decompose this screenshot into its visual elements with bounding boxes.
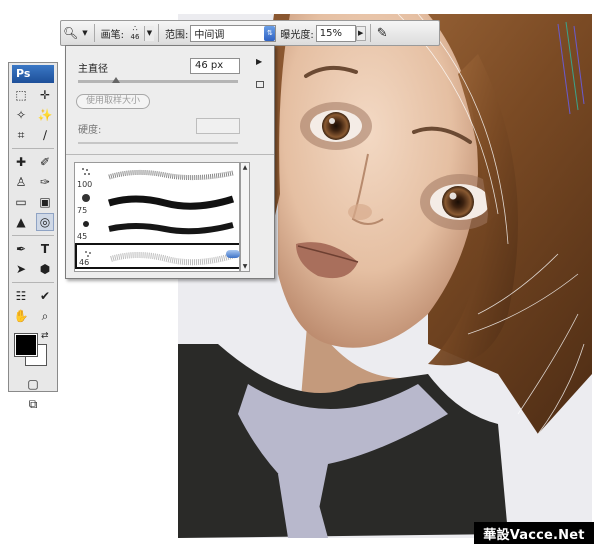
separator — [158, 24, 159, 42]
notes-icon[interactable]: ☷ — [12, 287, 30, 305]
scroll-up-icon[interactable]: ▲ — [241, 163, 249, 172]
separator — [12, 282, 54, 283]
screen-mode-icon[interactable]: ⧉ — [24, 395, 42, 413]
brush-stroke-preview — [108, 169, 234, 181]
toolbox: Ps ⬚ ✛ ✧ ✨ ⌗ ∕ ✚ ✐ ♙ ✑ ▭ ▣ ▲ ◎ ✒ T ➤ ⬢ ☷… — [8, 62, 58, 411]
range-select[interactable]: 中间调 ⇅ — [190, 24, 277, 42]
tool-row: ✒ T — [9, 239, 57, 259]
tool-row: ▲ ◎ — [9, 212, 57, 232]
magic-wand-icon[interactable]: ✨ — [36, 106, 54, 124]
tool-row: ▢ — [9, 374, 57, 394]
exposure-field[interactable]: 15% — [315, 24, 356, 42]
marquee-icon[interactable]: ⬚ — [12, 86, 30, 104]
scroll-thumb[interactable] — [226, 250, 240, 258]
slice-icon[interactable]: ∕ — [36, 126, 54, 144]
master-diameter-field[interactable]: 46 px — [190, 58, 240, 74]
exposure-slider-arrow-icon[interactable]: ▶ — [355, 25, 366, 41]
brush-size-preview: 46 — [130, 33, 140, 41]
divider — [66, 154, 274, 155]
brush-preset-list[interactable]: 100 75 45 46 — [74, 162, 240, 272]
brush-size: 75 — [77, 206, 88, 215]
brush-picker-arrow-icon[interactable]: ▼ — [144, 25, 154, 41]
lasso-icon[interactable]: ✧ — [12, 106, 30, 124]
use-sample-size-button[interactable]: 使用取样大小 — [76, 94, 150, 109]
range-select-arrow-icon: ⇅ — [264, 25, 276, 41]
list-item[interactable]: 46 — [75, 243, 239, 269]
brush-label: 画笔: — [100, 29, 124, 41]
dodge-tool-icon[interactable]: 🔍︎ — [63, 26, 78, 40]
slider-thumb[interactable] — [112, 77, 120, 83]
options-bar: 🔍︎ ▼ 画笔: ∴ 46 ▼ 范围: 中间调 ⇅ 曝光度: 15% ▶ ✎ — [60, 20, 440, 46]
new-preset-icon[interactable] — [256, 81, 264, 88]
separator — [12, 148, 54, 149]
pen-icon[interactable]: ✒ — [12, 240, 30, 258]
brush-stroke-preview — [108, 222, 234, 235]
master-diameter-slider[interactable] — [78, 77, 238, 83]
tool-preset-dropdown-icon[interactable]: ▼ — [82, 29, 87, 37]
list-item[interactable]: 100 — [75, 163, 239, 189]
tool-row: ✋ ⌕ — [9, 306, 57, 326]
scrollbar[interactable]: ▲ ▼ — [240, 162, 250, 272]
separator — [369, 24, 371, 42]
brush-tip-icon: ∴ — [132, 24, 138, 33]
tool-row: ✧ ✨ — [9, 105, 57, 125]
soft-round-tip-icon — [82, 194, 90, 202]
hand-icon[interactable]: ✋ — [12, 307, 30, 325]
list-item[interactable]: 45 — [75, 215, 239, 241]
brush-stroke-preview — [107, 195, 235, 210]
brush-size: 46 — [79, 258, 90, 267]
healing-brush-icon[interactable]: ✚ — [12, 153, 30, 171]
hardness-label: 硬度: — [78, 125, 102, 136]
crop-icon[interactable]: ⌗ — [12, 126, 30, 144]
ps-logo: Ps — [12, 65, 54, 83]
eyedropper-icon[interactable]: ✔ — [36, 287, 54, 305]
soft-round-tip-icon — [83, 221, 89, 227]
brush-size: 100 — [77, 180, 93, 189]
list-item[interactable]: 75 — [75, 189, 239, 215]
exposure-label: 曝光度: — [280, 29, 314, 41]
quick-mask-icon[interactable]: ▢ — [24, 375, 42, 393]
range-label: 范围: — [165, 29, 189, 41]
brush-preset-picker-panel: 主直径 46 px ▶ 使用取样大小 硬度: 100 75 45 46 ▲ ▼ — [65, 45, 275, 279]
hardness-slider[interactable] — [78, 142, 238, 144]
tool-row: ✚ ✐ — [9, 152, 57, 172]
tool-row: ▭ ▣ — [9, 192, 57, 212]
exposure-value: 15% — [319, 27, 342, 39]
brush-preset-picker[interactable]: ∴ 46 — [126, 24, 144, 42]
tool-row: ♙ ✑ — [9, 172, 57, 192]
clone-stamp-icon[interactable]: ♙ — [12, 173, 30, 191]
watermark: 華設Vacce.Net — [474, 522, 594, 544]
airbrush-icon[interactable]: ✎ — [377, 26, 388, 41]
type-icon[interactable]: T — [36, 240, 54, 258]
move-icon[interactable]: ✛ — [36, 86, 54, 104]
dodge-icon[interactable]: ◎ — [36, 213, 54, 231]
eraser-icon[interactable]: ▭ — [12, 193, 30, 211]
swap-colors-icon[interactable]: ⇄ — [41, 331, 49, 341]
hardness-field[interactable] — [196, 118, 240, 134]
brush-size: 45 — [77, 232, 88, 241]
scroll-down-icon[interactable]: ▼ — [241, 262, 249, 271]
tool-row: ☷ ✔ — [9, 286, 57, 306]
brush-icon[interactable]: ✐ — [36, 153, 54, 171]
foreground-color-swatch[interactable] — [14, 333, 38, 357]
tool-row: ⧉ — [9, 394, 57, 414]
gradient-icon[interactable]: ▣ — [36, 193, 54, 211]
separator — [12, 235, 54, 236]
range-select-value: 中间调 — [194, 29, 225, 41]
path-select-icon[interactable]: ➤ — [12, 260, 30, 278]
master-diameter-label: 主直径 — [78, 64, 108, 75]
color-swatches: ⇄ — [9, 330, 57, 372]
separator — [93, 24, 95, 42]
zoom-icon[interactable]: ⌕ — [36, 307, 54, 325]
tool-row: ⬚ ✛ — [9, 85, 57, 105]
tool-row: ⌗ ∕ — [9, 125, 57, 145]
spatter-brush-tip-icon — [82, 168, 90, 175]
blur-icon[interactable]: ▲ — [12, 213, 30, 231]
brush-stroke-preview — [110, 252, 236, 266]
tool-row: ➤ ⬢ — [9, 259, 57, 279]
shape-icon[interactable]: ⬢ — [36, 260, 54, 278]
history-brush-icon[interactable]: ✑ — [36, 173, 54, 191]
panel-menu-arrow-icon[interactable]: ▶ — [256, 57, 262, 66]
